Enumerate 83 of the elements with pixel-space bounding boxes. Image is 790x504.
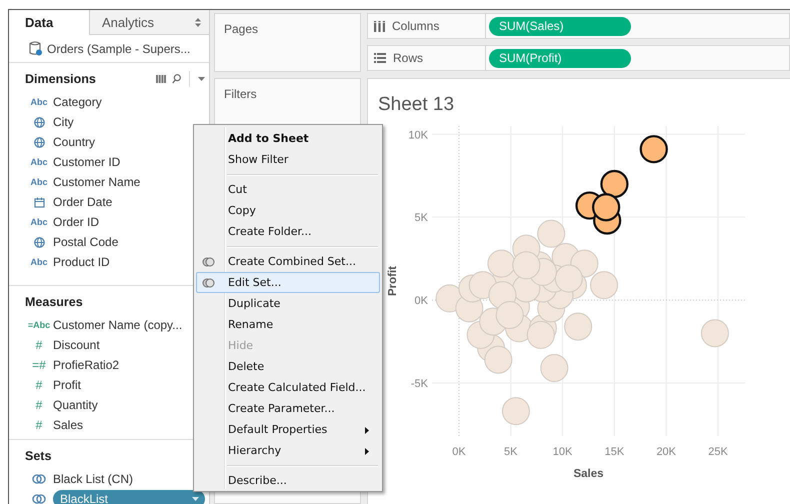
field-item[interactable]: Order ID: [53, 215, 100, 229]
menu-item[interactable]: Create Parameter...: [196, 398, 380, 419]
menu-item[interactable]: Default Properties: [196, 419, 380, 440]
field-item[interactable]: ProfieRatio2: [53, 358, 120, 372]
field-item[interactable]: Country: [53, 135, 96, 149]
field-type-icon: Abc: [30, 257, 48, 267]
globe-icon: [34, 136, 44, 148]
globe-icon: [34, 236, 44, 248]
field-item[interactable]: Category: [53, 95, 102, 109]
tick-label: -5K: [410, 378, 428, 390]
field-type-icon: #: [36, 338, 42, 352]
field-type-icon: Abc: [30, 217, 48, 227]
menu-item[interactable]: Create Calculated Field...: [196, 377, 380, 398]
sort-arrows-icon: [195, 18, 201, 26]
menu-item[interactable]: Show Filter: [196, 149, 380, 170]
caret-icon[interactable]: [192, 497, 199, 501]
field-item[interactable]: Customer Name: [53, 175, 140, 189]
field-type-icon: #: [36, 378, 42, 392]
field-type-icon: Abc: [30, 97, 48, 107]
set-icon: [202, 256, 215, 268]
field-type-icon: #: [36, 418, 42, 432]
tick-label: 0K: [414, 295, 428, 308]
axis-label: Profit: [387, 266, 399, 296]
set-icon: [32, 493, 46, 504]
tick-label: 5K: [504, 446, 518, 458]
list-view-icon[interactable]: [156, 75, 166, 83]
axis-label: Sales: [573, 468, 604, 480]
set-icon: [202, 277, 215, 289]
rows-icon: [374, 53, 386, 63]
field-item[interactable]: Quantity: [53, 398, 98, 412]
search-icon[interactable]: [172, 74, 181, 84]
tick-label: 5K: [414, 212, 428, 224]
field-item[interactable]: Order Date: [53, 195, 112, 209]
menu-item[interactable]: Edit Set...: [196, 272, 380, 293]
card-title: Pages: [224, 22, 258, 36]
globe-icon: [34, 116, 44, 128]
field-item[interactable]: Product ID: [53, 255, 110, 269]
section-title: Dimensions: [25, 72, 97, 86]
set-item[interactable]: BlackList: [53, 490, 205, 504]
data-source-name[interactable]: Orders (Sample - Supers...: [47, 42, 190, 56]
field-item[interactable]: Customer Name (copy...: [53, 318, 182, 332]
tick-label: 10K: [552, 446, 572, 458]
field-item[interactable]: Discount: [53, 338, 100, 352]
section-title: Measures: [25, 295, 84, 309]
menu-item[interactable]: Copy: [196, 200, 380, 221]
field-type-icon: Abc: [30, 157, 48, 167]
tick-label: 0K: [452, 446, 466, 458]
submenu-arrow-icon[interactable]: [365, 427, 369, 434]
pane-tab[interactable]: Analytics: [89, 10, 209, 35]
tick-label: 10K: [408, 129, 428, 142]
set-item[interactable]: Black List (CN): [53, 472, 134, 486]
sheet-title: Sheet 13: [378, 94, 454, 115]
menu-item[interactable]: Hierarchy: [196, 440, 380, 461]
field-item[interactable]: Postal Code: [53, 235, 118, 249]
section-title: Sets: [25, 449, 52, 463]
tick-label: 20K: [656, 446, 676, 458]
submenu-arrow-icon[interactable]: [365, 448, 369, 455]
columns-icon: [374, 20, 385, 32]
set-icon: [32, 473, 46, 485]
field-item[interactable]: Customer ID: [53, 155, 120, 169]
menu-item[interactable]: Create Combined Set...: [196, 251, 380, 272]
caret-icon[interactable]: [198, 77, 205, 81]
menu-item[interactable]: Describe...: [196, 470, 380, 491]
menu-item[interactable]: Delete: [196, 356, 380, 377]
shelf-label: Columns: [392, 19, 440, 33]
field-type-icon: =Abc: [28, 320, 50, 330]
tick-label: 15K: [604, 446, 624, 458]
menu-item[interactable]: Cut: [196, 179, 380, 200]
calendar-icon: [34, 196, 44, 208]
field-type-icon: Abc: [30, 177, 48, 187]
menu-item[interactable]: Duplicate: [196, 293, 380, 314]
field-type-icon: #: [36, 398, 42, 412]
database-icon: [29, 41, 42, 56]
menu-item[interactable]: Rename: [196, 314, 380, 335]
field-item[interactable]: Sales: [53, 418, 84, 432]
field-item[interactable]: Profit: [53, 378, 82, 392]
shelf-label: Rows: [393, 51, 424, 65]
field-item[interactable]: City: [53, 115, 74, 129]
menu-item[interactable]: Add to Sheet: [196, 128, 380, 149]
menu-item[interactable]: Create Folder...: [196, 221, 380, 242]
card-title: Filters: [224, 87, 257, 101]
tick-label: 25K: [708, 446, 728, 458]
field-type-icon: =#: [32, 358, 46, 372]
